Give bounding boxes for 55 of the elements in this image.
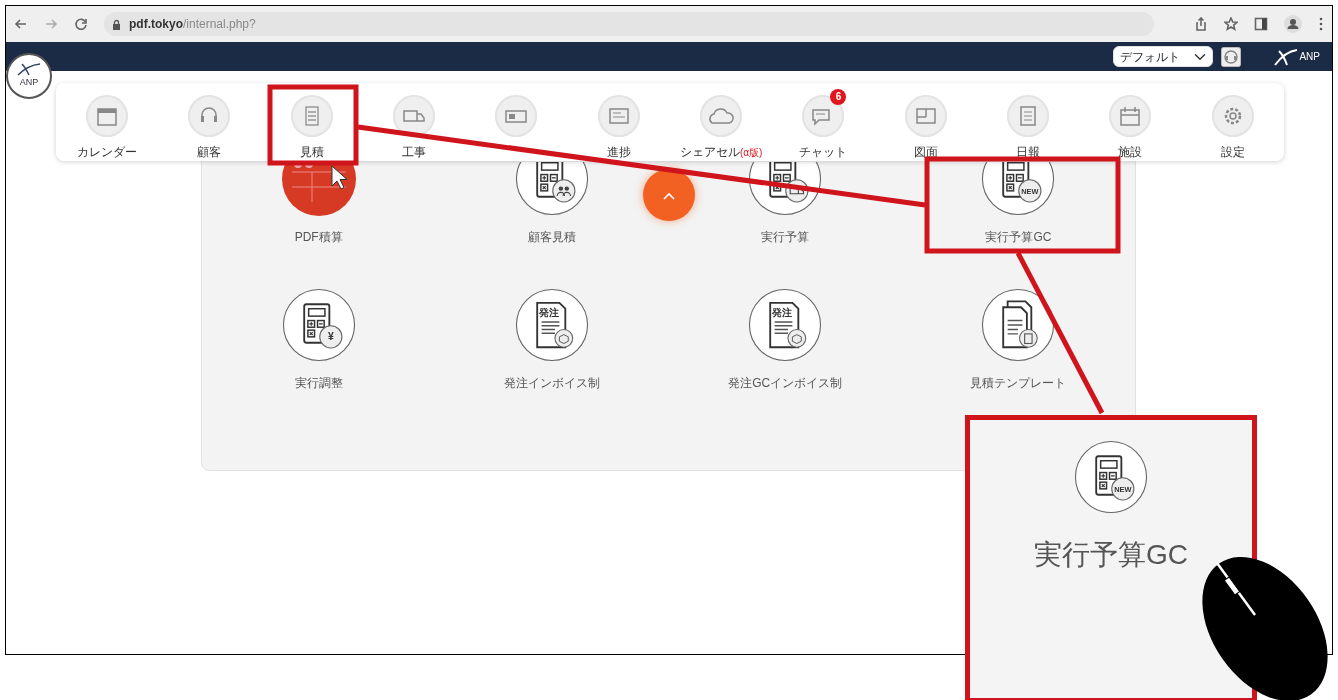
chevron-up-icon <box>663 191 675 200</box>
nav-item[interactable]: 図面 <box>874 91 977 161</box>
nav-item[interactable]: 工事 <box>363 91 466 161</box>
nav-item[interactable]: 見積 <box>260 91 363 161</box>
nav-item[interactable]: チャット 6 <box>772 91 875 161</box>
url-text: pdf.tokyo/internal.php? <box>129 16 256 33</box>
nav-item[interactable]: 施設 <box>1079 91 1182 161</box>
nav-item[interactable]: 日報 <box>977 91 1080 161</box>
monitor-icon <box>597 95 640 137</box>
brand-text: ANP <box>1299 50 1320 64</box>
nav-item[interactable]: シェアセル(α版) <box>670 91 773 161</box>
nav-item[interactable]: 顧客 <box>158 91 261 161</box>
cloud-icon <box>700 95 743 137</box>
logo-text: ANP <box>19 76 39 90</box>
order-document-icon: 発注 <box>514 288 589 362</box>
nav-item[interactable]: 設定 <box>1181 91 1284 161</box>
document-stack-icon <box>981 288 1056 362</box>
calculator-icon <box>290 95 333 137</box>
calculator-icon: NEW <box>1074 440 1148 514</box>
headset-icon[interactable] <box>1221 46 1242 67</box>
theme-select[interactable]: デフォルト <box>1113 46 1214 67</box>
calendar-icon <box>86 95 129 137</box>
calculator-icon: NEW <box>981 162 1056 216</box>
side-panel-icon[interactable] <box>1254 17 1268 31</box>
notification-badge: 6 <box>830 89 847 105</box>
menu-tile[interactable]: 見積テンプレート <box>970 288 1067 392</box>
zoom-label: 実行予算GC <box>1034 538 1188 572</box>
back-icon[interactable] <box>14 17 28 31</box>
menu-tile[interactable]: PDF積算 <box>281 162 356 246</box>
reload-icon[interactable] <box>74 17 88 31</box>
calculator-icon: ¥ <box>281 288 356 362</box>
order-document-icon: 発注 <box>748 288 823 362</box>
more-icon[interactable] <box>1318 17 1324 31</box>
floor-plan-icon <box>904 95 947 137</box>
lock-icon <box>112 18 121 30</box>
brand-logo-icon <box>1273 46 1300 67</box>
scroll-top-button[interactable] <box>643 169 695 221</box>
nav-item[interactable]: カレンダー <box>56 91 159 161</box>
calendar-icon <box>1109 95 1152 137</box>
menu-tile[interactable]: 実行予算 <box>748 162 823 246</box>
card-icon <box>495 95 538 137</box>
document-icon <box>1007 95 1050 137</box>
profile-icon[interactable] <box>1284 15 1302 33</box>
menu-tile[interactable]: ¥ 実行調整 <box>281 288 356 392</box>
menu-tile[interactable]: 顧客見積 <box>514 162 589 246</box>
menu-tile[interactable]: 発注 発注GCインボイス制 <box>728 288 843 392</box>
nav-item[interactable]: 進捗 <box>567 91 670 161</box>
address-bar[interactable]: pdf.tokyo/internal.php? <box>104 12 1154 36</box>
logo-mark-icon <box>16 62 42 77</box>
gear-icon <box>1211 95 1254 137</box>
menu-tile[interactable]: 発注 発注インボイス制 <box>503 288 600 392</box>
share-icon[interactable] <box>1194 17 1208 31</box>
menu-tile[interactable]: NEW 実行予算GC <box>981 162 1056 246</box>
star-icon[interactable] <box>1224 17 1238 31</box>
headset-icon <box>188 95 231 137</box>
